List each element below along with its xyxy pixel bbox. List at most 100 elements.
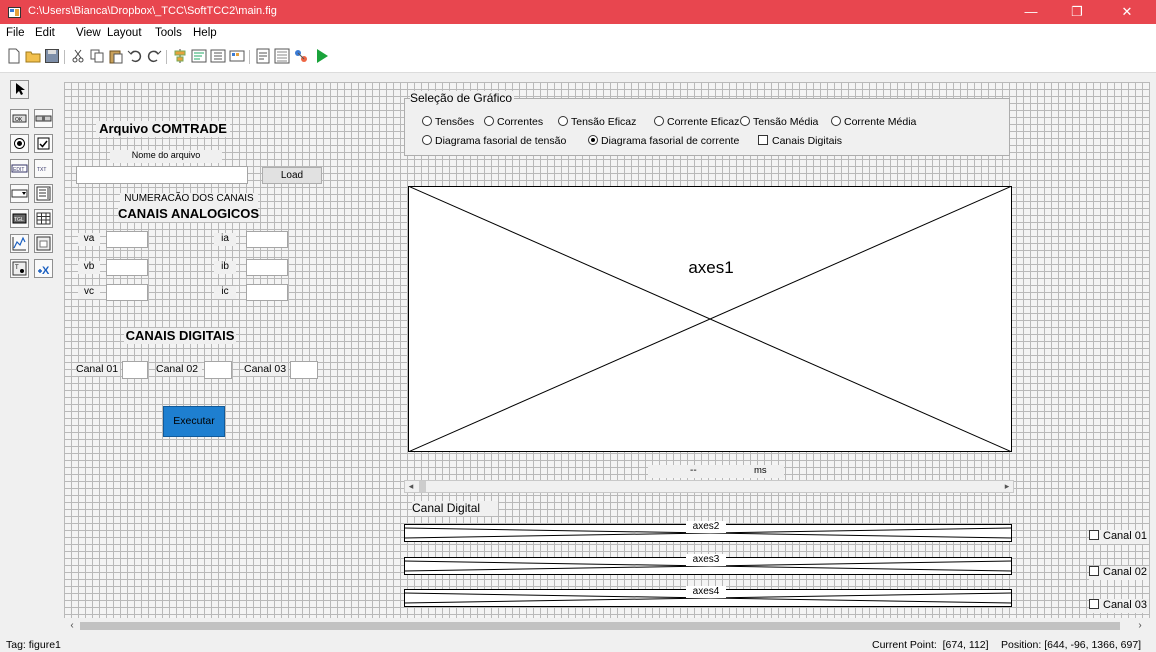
slider-icon[interactable] [34, 109, 53, 128]
editor-icon[interactable] [255, 48, 271, 64]
axes1-box[interactable] [408, 186, 1012, 452]
open-folder-icon[interactable] [25, 48, 41, 64]
button-group-icon[interactable]: T [10, 259, 29, 278]
canais-analogicos-title: CANAIS ANALOGICOS [118, 206, 260, 222]
right-checkbox-canal-02[interactable]: Canal 02 [1089, 566, 1149, 580]
tab-order-icon[interactable] [210, 48, 226, 64]
listbox-icon[interactable] [34, 184, 53, 203]
slider-right-arrow-icon[interactable]: ▸ [1001, 481, 1013, 492]
object-browser-icon[interactable] [293, 48, 309, 64]
vc-label: vc [78, 286, 100, 299]
align-icon[interactable] [172, 48, 188, 64]
radio-tensao-eficaz-label: Tensão Eficaz [571, 116, 637, 128]
paste-icon[interactable] [108, 48, 124, 64]
arquivo-comtrade-title: Arquivo COMTRADE [96, 121, 230, 137]
canal-02-input[interactable] [204, 361, 232, 379]
canvas-horizontal-scrollbar[interactable]: ‹ › [64, 619, 1150, 633]
svg-text:TXT: TXT [37, 167, 46, 173]
vb-input[interactable] [106, 259, 148, 276]
copy-icon[interactable] [89, 48, 105, 64]
time-slider[interactable]: ◂ ▸ [404, 480, 1014, 493]
ic-label: ic [214, 286, 236, 299]
nome-arquivo-input[interactable] [76, 166, 248, 184]
canais-digitais-title: CANAIS DIGITAIS [124, 328, 236, 344]
title-bar: C:\Users\Bianca\Dropbox\_TCC\SoftTCC2\ma… [0, 0, 1156, 24]
executar-button[interactable]: Executar [163, 406, 225, 437]
radio-tensao-media[interactable]: Tensão Média [740, 116, 818, 128]
vc-input[interactable] [106, 284, 148, 301]
axes-icon[interactable] [10, 234, 29, 253]
slider-left-arrow-icon[interactable]: ◂ [405, 481, 417, 492]
cut-icon[interactable] [70, 48, 86, 64]
minimize-button[interactable]: — [1008, 0, 1054, 24]
table-icon[interactable] [34, 209, 53, 228]
run-icon[interactable] [314, 48, 330, 64]
panel-icon[interactable] [34, 234, 53, 253]
scroll-left-arrow-icon[interactable]: ‹ [66, 619, 78, 633]
checkbox-icon[interactable] [34, 134, 53, 153]
canal-03-input[interactable] [290, 361, 318, 379]
canal-01-label: Canal 01 [76, 363, 120, 376]
right-checkbox-canal-01-label: Canal 01 [1103, 530, 1148, 542]
guide-app-icon [8, 7, 21, 18]
scroll-right-arrow-icon[interactable]: › [1134, 619, 1146, 633]
restore-button[interactable]: ❐ [1054, 0, 1100, 24]
radio-button-icon[interactable] [10, 134, 29, 153]
radio-correntes-circle [484, 116, 494, 126]
radio-corrente-media-label: Corrente Média [844, 116, 917, 128]
checkbox-canais-digitais[interactable]: Canais Digitais [758, 135, 842, 147]
radio-diagrama-tensao-circle [422, 135, 432, 145]
popup-menu-icon[interactable] [10, 184, 29, 203]
radio-corrente-eficaz[interactable]: Corrente Eficaz [654, 116, 739, 128]
right-checkbox-canal-01[interactable]: Canal 01 [1089, 530, 1149, 544]
axes2-label: axes2 [686, 521, 726, 533]
right-checkbox-canal-03[interactable]: Canal 03 [1089, 599, 1149, 613]
load-button[interactable]: Load [262, 167, 322, 184]
right-checkbox-canal-02-label: Canal 02 [1103, 566, 1148, 578]
va-input[interactable] [106, 231, 148, 248]
radio-correntes[interactable]: Correntes [484, 116, 543, 128]
radio-corrente-media-circle [831, 116, 841, 126]
menu-editor-icon[interactable] [191, 48, 207, 64]
undo-icon[interactable] [127, 48, 143, 64]
menu-tools[interactable]: Tools [155, 27, 182, 39]
ib-input[interactable] [246, 259, 288, 276]
push-button-icon[interactable]: OK [10, 109, 29, 128]
ic-input[interactable] [246, 284, 288, 301]
toolbar-editor-icon[interactable] [229, 48, 245, 64]
radio-corrente-media[interactable]: Corrente Média [831, 116, 916, 128]
select-tool-icon[interactable] [10, 80, 29, 99]
numeracao-canais-label: NUMERACÃO DOS CANAIS [120, 193, 258, 206]
ia-input[interactable] [246, 231, 288, 248]
new-file-icon[interactable] [6, 48, 22, 64]
menu-edit[interactable]: Edit [35, 27, 55, 39]
right-checkbox-canal-03-box [1089, 599, 1099, 609]
canal-03-label: Canal 03 [244, 363, 288, 376]
redo-icon[interactable] [146, 48, 162, 64]
save-icon[interactable] [44, 48, 60, 64]
edit-text-icon[interactable]: EDIT [10, 159, 29, 178]
toggle-button-icon[interactable]: TGL [10, 209, 29, 228]
property-inspector-icon[interactable] [274, 48, 290, 64]
radio-diagrama-corrente[interactable]: Diagrama fasorial de corrente [588, 135, 739, 147]
activex-icon[interactable]: X [34, 259, 53, 278]
time-unit: ms [754, 465, 767, 476]
menu-view[interactable]: View [76, 27, 101, 39]
scroll-thumb[interactable] [80, 622, 1120, 630]
static-text-icon[interactable]: TXT [34, 159, 53, 178]
right-checkbox-canal-02-box [1089, 566, 1099, 576]
canal-01-input[interactable] [122, 361, 148, 379]
close-button[interactable]: ✕ [1104, 0, 1150, 24]
menu-layout[interactable]: Layout [107, 27, 142, 39]
menu-file[interactable]: File [6, 27, 25, 39]
status-position: Position: [644, -96, 1366, 697] [1001, 639, 1142, 651]
ib-label: ib [214, 261, 236, 274]
right-checkbox-canal-03-label: Canal 03 [1103, 599, 1148, 611]
radio-tensoes[interactable]: Tensões [422, 116, 474, 128]
slider-thumb[interactable] [419, 481, 426, 492]
radio-tensao-eficaz[interactable]: Tensão Eficaz [558, 116, 636, 128]
radio-diagrama-tensao[interactable]: Diagrama fasorial de tensão [422, 135, 566, 147]
radio-tensoes-circle [422, 116, 432, 126]
menu-help[interactable]: Help [193, 27, 217, 39]
svg-text:OK: OK [15, 117, 23, 123]
